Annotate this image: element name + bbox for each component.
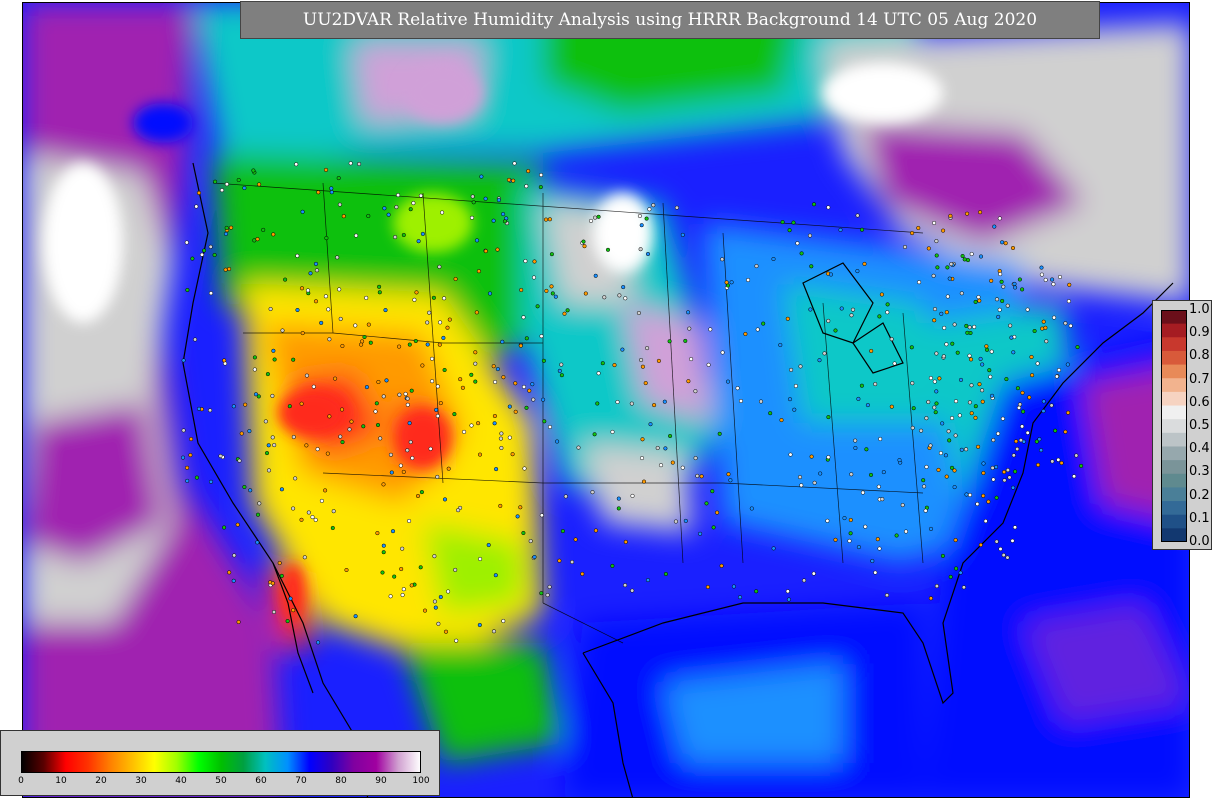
- colorbar-tick-label: 60: [255, 776, 267, 786]
- colorbar-tick-label: 0: [18, 776, 24, 786]
- colorbar-tick-label: 100: [412, 776, 430, 786]
- map-panel: [22, 2, 1190, 798]
- colorbar-tick-label: 10: [55, 776, 67, 786]
- colorbar-swatch: [1161, 514, 1187, 529]
- colorbar-tick-label: 80: [335, 776, 347, 786]
- colorbar-tick-label: 30: [135, 776, 147, 786]
- colorbar-swatch: [1161, 364, 1187, 379]
- colorbar-tick-label: 0.0: [1189, 534, 1210, 549]
- colorbar-tick-label: 0.6: [1189, 394, 1210, 410]
- colorbar-tick-label: 0.9: [1189, 325, 1210, 341]
- colorbar-swatch: [1161, 460, 1187, 475]
- colorbar-swatch: [1161, 528, 1187, 542]
- colorbar-swatch: [1161, 337, 1187, 352]
- colorbar-swatch: [1161, 473, 1187, 488]
- map-title: UU2DVAR Relative Humidity Analysis using…: [240, 1, 1100, 39]
- colorbar-horizontal-gradient: [21, 751, 421, 773]
- colorbar-tick-label: 40: [175, 776, 187, 786]
- colorbar-swatch: [1161, 432, 1187, 447]
- colorbar-swatch: [1161, 419, 1187, 434]
- colorbar-swatch: [1161, 350, 1187, 366]
- colorbar-tick-label: 20: [95, 776, 107, 786]
- colorbar-legend-horizontal: 0 10 20 30 40 50 60 70 80 90 100: [0, 730, 440, 796]
- colorbar-gradient-bar: [21, 751, 421, 773]
- colorbar-tick-label: 0.7: [1189, 371, 1210, 387]
- colorbar-tick-label: 90: [375, 776, 387, 786]
- colorbar-swatch: [1161, 405, 1187, 420]
- colorbar-tick-label: 0.4: [1189, 441, 1210, 457]
- colorbar-swatch: [1161, 310, 1187, 325]
- humidity-map: [23, 3, 1189, 797]
- colorbar-swatch: [1161, 323, 1187, 338]
- colorbar-tick-label: 70: [295, 776, 307, 786]
- colorbar-tick-label: 0.8: [1189, 348, 1210, 364]
- colorbar-tick-label: 1.0: [1189, 302, 1210, 317]
- colorbar-tick-label: 0.5: [1189, 418, 1210, 433]
- colorbar-tick-label: 0.3: [1189, 464, 1210, 480]
- colorbar-tick-label: 0.2: [1189, 487, 1210, 503]
- colorbar-tick-label: 50: [215, 776, 227, 786]
- colorbar-tick-label: 0.1: [1189, 510, 1210, 526]
- colorbar-swatch: [1161, 501, 1187, 516]
- colorbar-swatch: [1161, 391, 1187, 407]
- colorbar-swatch: [1161, 487, 1187, 502]
- colorbar-swatch: [1161, 378, 1187, 393]
- colorbar-swatch: [1161, 446, 1187, 461]
- colorbar-vertical-swatches: [1161, 310, 1187, 542]
- colorbar-legend-vertical: 1.0 0.9 0.8 0.7 0.6 0.5 0.4 0.3 0.2 0.1 0.0: [1152, 300, 1212, 550]
